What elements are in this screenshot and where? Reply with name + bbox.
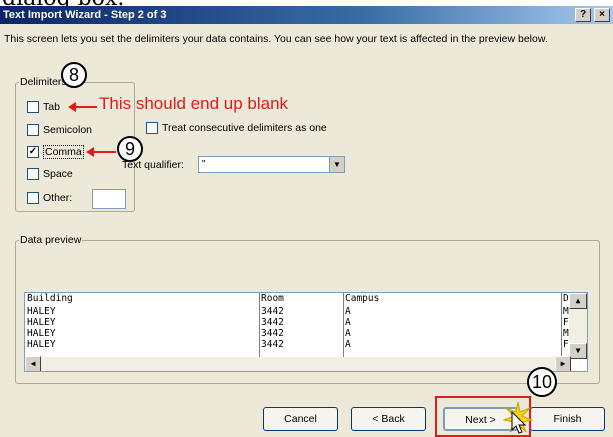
scroll-down-icon[interactable]: ▼: [569, 343, 587, 359]
space-checkbox[interactable]: [27, 168, 39, 180]
scroll-left-icon[interactable]: ◀: [25, 356, 41, 371]
text-qualifier-select[interactable]: " ▼: [198, 156, 345, 173]
preview-cell: F: [563, 317, 569, 328]
consecutive-label: Treat consecutive delimiters as one: [162, 122, 327, 134]
preview-cell: 3442: [261, 339, 284, 350]
preview-cell: 3442: [261, 306, 284, 317]
preview-row: HALEY 3442 A F: [25, 339, 569, 350]
finish-button[interactable]: Finish: [530, 407, 605, 431]
consecutive-checkbox-row[interactable]: Treat consecutive delimiters as one: [146, 121, 327, 135]
annotation-arrow-comma: [92, 151, 116, 153]
text-import-wizard-dialog: Text Import Wizard - Step 2 of 3 ? × Thi…: [0, 6, 613, 437]
horizontal-scrollbar[interactable]: ◀ ▶: [25, 356, 571, 371]
preview-cell: A: [345, 328, 351, 339]
help-button[interactable]: ?: [575, 8, 591, 22]
annotation-note-tab: This should end up blank: [99, 94, 289, 113]
arrow-left-icon: [68, 102, 76, 112]
semicolon-label: Semicolon: [43, 124, 93, 136]
comma-checkbox-row[interactable]: ✓ Comma: [27, 145, 84, 159]
preview-cell: 3442: [261, 328, 284, 339]
data-preview-label: Data preview: [19, 234, 83, 246]
semicolon-checkbox[interactable]: [27, 124, 39, 136]
preview-cell: 3442: [261, 317, 284, 328]
preview-cell: HALEY: [27, 306, 56, 317]
other-delimiter-input[interactable]: [92, 189, 126, 209]
consecutive-checkbox[interactable]: [146, 122, 158, 134]
preview-cell: M: [563, 306, 569, 317]
preview-cell: HALEY: [27, 328, 56, 339]
data-preview-grid[interactable]: Building Room Campus D HALEY 3442 A M HA…: [24, 292, 588, 372]
cancel-button[interactable]: Cancel: [263, 407, 338, 431]
comma-label: Comma: [43, 145, 84, 159]
tab-checkbox[interactable]: [27, 101, 39, 113]
title-bar: Text Import Wizard - Step 2 of 3 ? ×: [0, 6, 613, 24]
annotation-step-8: 8: [61, 62, 87, 88]
scroll-right-icon[interactable]: ▶: [555, 356, 571, 371]
annotation-arrow-tab: [74, 106, 97, 108]
preview-header-cell: Room: [261, 293, 284, 304]
preview-cell: A: [345, 306, 351, 317]
other-label: Other:: [43, 192, 73, 204]
preview-header-row: Building Room Campus D: [25, 293, 569, 306]
back-button[interactable]: < Back: [351, 407, 426, 431]
preview-header-cell: Campus: [345, 293, 380, 304]
other-checkbox[interactable]: [27, 192, 39, 204]
vertical-scrollbar[interactable]: ▲ ▼: [569, 293, 587, 359]
preview-cell: HALEY: [27, 317, 56, 328]
preview-cell: M: [563, 328, 569, 339]
other-checkbox-row[interactable]: Other:: [27, 191, 72, 205]
column-break-line[interactable]: [259, 293, 260, 359]
space-checkbox-row[interactable]: Space: [27, 167, 73, 181]
preview-header-cell: D: [563, 293, 569, 304]
annotation-step-10: 10: [527, 367, 557, 397]
annotation-step-9: 9: [117, 136, 143, 162]
preview-cell: A: [345, 317, 351, 328]
preview-row: HALEY 3442 A M: [25, 306, 569, 317]
chevron-down-icon[interactable]: ▼: [329, 157, 344, 172]
cursor-click-icon: [502, 401, 534, 434]
column-break-line[interactable]: [343, 293, 344, 359]
preview-cell: A: [345, 339, 351, 350]
arrow-left-icon: [86, 147, 94, 157]
space-label: Space: [43, 168, 73, 180]
description-text: This screen lets you set the delimiters …: [4, 33, 548, 45]
preview-row: HALEY 3442 A M: [25, 328, 569, 339]
comma-checkbox[interactable]: ✓: [27, 146, 39, 158]
text-qualifier-value: ": [202, 159, 206, 170]
tab-label: Tab: [43, 101, 60, 113]
preview-cell: HALEY: [27, 339, 56, 350]
tab-checkbox-row[interactable]: Tab: [27, 100, 60, 114]
scroll-up-icon[interactable]: ▲: [569, 293, 587, 309]
window-title: Text Import Wizard - Step 2 of 3: [3, 9, 167, 21]
preview-header-cell: Building: [27, 293, 73, 304]
close-button[interactable]: ×: [594, 8, 610, 22]
semicolon-checkbox-row[interactable]: Semicolon: [27, 123, 92, 137]
column-break-line[interactable]: [561, 293, 562, 359]
preview-row: HALEY 3442 A F: [25, 317, 569, 328]
preview-cell: F: [563, 339, 569, 350]
